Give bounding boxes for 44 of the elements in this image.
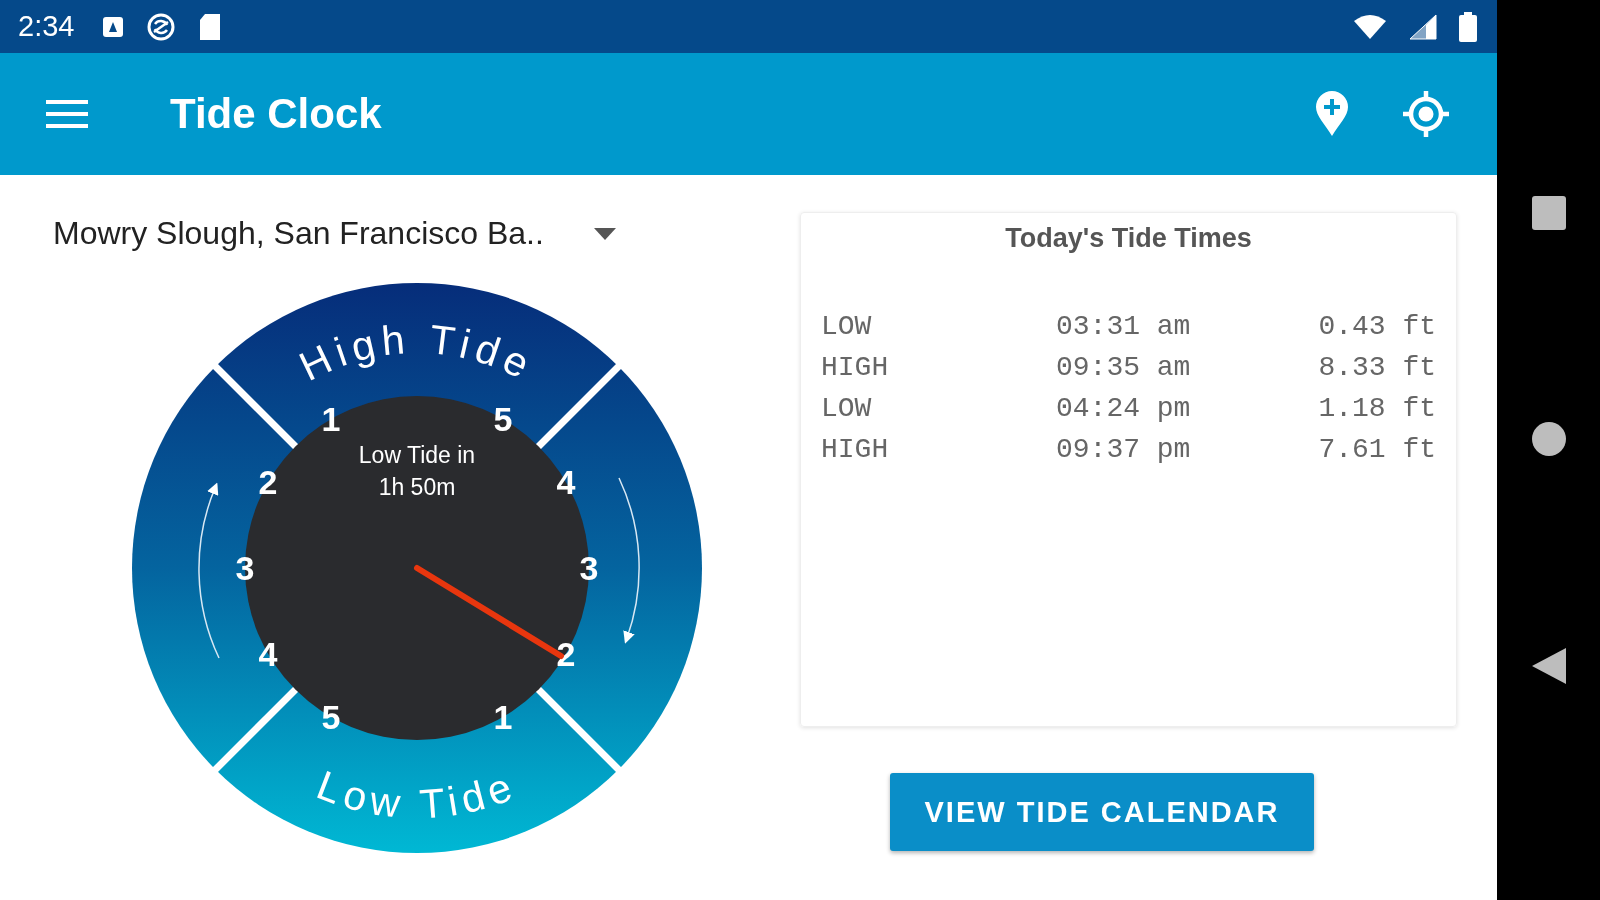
sync-icon xyxy=(146,11,177,42)
view-calendar-button[interactable]: VIEW TIDE CALENDAR xyxy=(890,773,1314,851)
signal-icon xyxy=(1409,13,1437,40)
high-tide-label: High Tide xyxy=(292,315,543,390)
wifi-icon xyxy=(1353,13,1387,40)
tide-height: 0.43 ft xyxy=(1317,311,1436,342)
hour-number: 3 xyxy=(235,549,255,587)
tide-time: 09:37 pm xyxy=(1056,434,1192,465)
add-location-pin-icon xyxy=(1315,91,1349,137)
tide-time: 04:24 pm xyxy=(1056,393,1192,424)
my-location-icon xyxy=(1401,89,1451,139)
tide-type: LOW xyxy=(821,393,873,424)
rising-arrow-icon xyxy=(198,482,220,659)
countdown-text: 1h 50m xyxy=(378,474,456,500)
tide-height: 7.61 ft xyxy=(1317,434,1436,465)
menu-icon xyxy=(46,98,88,130)
tide-type: LOW xyxy=(821,311,873,342)
status-time: 2:34 xyxy=(18,10,75,43)
sd-card-icon xyxy=(198,12,223,41)
notification-icon xyxy=(102,15,125,38)
hour-number: 2 xyxy=(258,463,278,501)
falling-arrow-icon xyxy=(618,477,640,644)
tide-height: 8.33 ft xyxy=(1317,352,1436,383)
hour-number: 2 xyxy=(556,635,576,673)
hour-number: 4 xyxy=(556,463,576,501)
card-title: Today's Tide Times xyxy=(1004,223,1253,254)
low-tide-label: Low Tide xyxy=(310,761,524,828)
location-dropdown[interactable]: Mowry Slough, San Francisco Ba.. xyxy=(53,215,616,252)
app-title: Tide Clock xyxy=(170,90,382,138)
hour-number: 4 xyxy=(258,635,278,673)
tide-type: HIGH xyxy=(821,352,890,383)
hour-number: 5 xyxy=(493,400,513,439)
tide-time: 09:35 am xyxy=(1056,352,1192,383)
back-button[interactable] xyxy=(1531,648,1566,684)
tide-type: HIGH xyxy=(821,434,890,465)
hour-number: 1 xyxy=(321,400,341,439)
home-button[interactable] xyxy=(1531,422,1566,456)
recents-button[interactable] xyxy=(1531,196,1566,230)
tide-height: 1.18 ft xyxy=(1317,393,1436,424)
dropdown-caret-icon xyxy=(593,227,616,240)
battery-icon xyxy=(1459,11,1477,42)
tide-time: 03:31 am xyxy=(1056,311,1192,342)
countdown-text: Low Tide in xyxy=(358,442,476,468)
hour-number: 3 xyxy=(579,549,599,587)
